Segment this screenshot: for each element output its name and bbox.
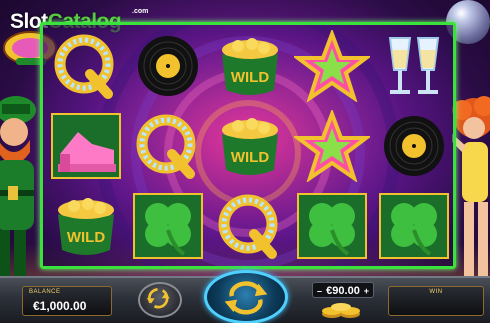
reel-symbol-wild: WILD <box>209 107 291 185</box>
four-leaf-clover-icon <box>297 193 367 259</box>
reel-symbol-clover <box>127 187 209 265</box>
reel-symbol-clover <box>373 187 455 265</box>
reel-symbol-star <box>291 107 373 185</box>
stake-increase-button[interactable]: + <box>364 286 369 296</box>
reel-symbol-q <box>209 187 291 265</box>
reel-symbol-shoe <box>45 107 127 185</box>
reel-symbol-q <box>45 27 127 105</box>
champagne-glasses-icon <box>388 37 440 94</box>
four-leaf-clover-icon <box>133 193 203 259</box>
reel-grid: WILD WILD WILD <box>40 22 456 269</box>
pot-of-gold-wild-icon: WILD <box>58 198 114 255</box>
spin-button[interactable] <box>204 270 288 323</box>
spin-arrows-icon <box>224 281 268 315</box>
reel-symbol-q <box>127 107 209 185</box>
pot-of-gold-wild-icon: WILD <box>222 38 278 95</box>
win-label: WIN <box>429 289 443 295</box>
balance-label: BALANCE <box>29 289 61 295</box>
q-letter-icon <box>54 34 114 99</box>
star-icon <box>294 110 370 182</box>
reel-symbol-record <box>127 27 209 105</box>
autoplay-button[interactable] <box>138 282 182 318</box>
balance-value: €1,000.00 <box>33 299 87 313</box>
q-letter-icon <box>136 114 196 179</box>
game-screen: SlotCatalog .com <box>0 0 490 323</box>
q-letter-icon <box>218 194 278 259</box>
reel-symbol-record <box>373 107 455 185</box>
disco-record-icon <box>138 36 198 96</box>
disco-record-icon <box>384 116 444 176</box>
balance-panel: BALANCE €1,000.00 <box>22 286 112 316</box>
autoplay-arrows-icon <box>146 288 170 309</box>
reel-symbol-wild: WILD <box>45 187 127 265</box>
leprechaun-character <box>0 96 36 280</box>
star-icon <box>294 30 370 102</box>
reel-symbol-clover <box>291 187 373 265</box>
reel-symbol-star <box>291 27 373 105</box>
reel-symbol-champagne <box>373 27 455 105</box>
control-bar: BALANCE €1,000.00 – €90.00 + WIN <box>0 270 490 323</box>
disco-dancer-character <box>452 96 490 282</box>
platform-shoe-icon <box>51 113 121 179</box>
coin-stack-icon <box>322 303 360 318</box>
win-panel: WIN <box>388 286 484 316</box>
wild-text: WILD <box>67 229 105 246</box>
reel-symbol-wild: WILD <box>209 27 291 105</box>
wild-text: WILD <box>231 69 269 86</box>
stake-selector[interactable]: – €90.00 + <box>312 282 374 298</box>
watermark-suffix: .com <box>132 8 149 15</box>
pot-of-gold-wild-icon: WILD <box>222 118 278 175</box>
wild-text: WILD <box>231 149 269 166</box>
four-leaf-clover-icon <box>379 193 449 259</box>
